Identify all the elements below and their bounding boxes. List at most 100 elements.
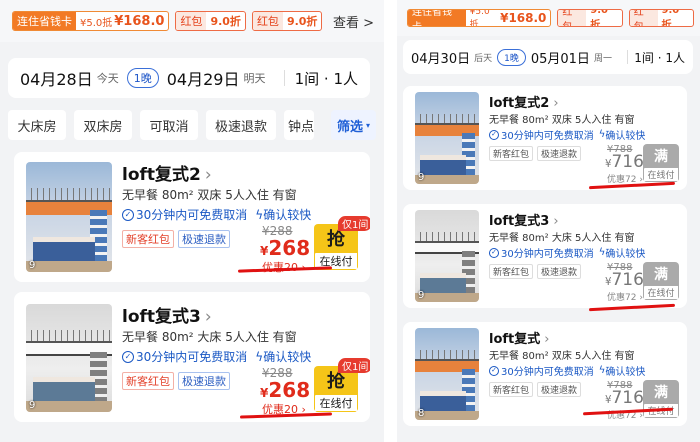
room-name-text: loft复式3 <box>122 307 201 327</box>
confirm-speed: 确认较快 <box>263 208 312 222</box>
room-photo[interactable]: 8 <box>415 328 479 420</box>
filter-button-label: 筛选 <box>336 119 363 135</box>
tag-new-customer: 新客红包 <box>489 382 534 397</box>
chevron-right-icon: › <box>544 332 550 347</box>
red-packet-chip-1[interactable]: 红包 9.0折 <box>557 9 623 27</box>
photo-count: 9 <box>29 400 36 411</box>
room-photo[interactable]: 9 <box>415 92 479 184</box>
check-circle-icon: ✓ <box>122 208 134 221</box>
date-selector[interactable]: 04月30日 后天 1晚 05月01日 周一 1间 · 1人 <box>403 40 693 74</box>
confirm-speed: 确认较快 <box>605 367 646 378</box>
checkout-day: 周一 <box>593 53 612 64</box>
room-name[interactable]: loft复式3 › <box>122 302 212 327</box>
room-specs: 无早餐 80m² 大床 5人入住 有窗 <box>122 330 297 344</box>
room-name-text: loft复式2 <box>489 96 550 111</box>
red-packet-chip-1[interactable]: 红包 9.0折 <box>175 11 246 31</box>
room-specs: 无早餐 80m² 双床 5人入住 有窗 <box>489 115 635 126</box>
room-tags: 新客红包 极速退款 <box>489 264 582 279</box>
divider <box>283 70 285 86</box>
divider <box>384 0 397 442</box>
sale-price: ¥716 <box>605 388 644 408</box>
saving-card-chip[interactable]: 连住省钱卡 ¥5.0抵¥168.0 <box>407 9 552 27</box>
checkout-day: 明天 <box>243 72 266 85</box>
room-card[interactable]: 9 loft复式2 › 无早餐 80m² 双床 5人入住 有窗 ✓ 30分钟内可免费… <box>14 152 370 282</box>
cancel-policy: 30分钟内可免费取消 <box>501 367 594 378</box>
room-card[interactable]: 9 loft复式3 › 无早餐 80m² 大床 5人入住 有窗 ✓ 30分钟内可免费… <box>403 204 687 308</box>
checkin-day: 后天 <box>474 53 493 64</box>
sold-out-button[interactable]: 满 在线付 <box>643 380 679 418</box>
room-photo[interactable]: 9 <box>26 304 112 412</box>
tag-new-customer: 新客红包 <box>489 146 534 161</box>
saving-card-chip[interactable]: 连住省钱卡 ¥5.0抵¥168.0 <box>12 11 170 31</box>
pay-online-label: 在线付 <box>314 394 358 412</box>
room-perks: ✓ 30分钟内可免费取消 ϟ 确认较快 <box>122 206 311 223</box>
room-name[interactable]: loft复式 › <box>489 328 549 347</box>
sale-price-value: 268 <box>268 378 311 402</box>
filter-tag[interactable]: 双床房 <box>74 110 132 140</box>
saving-card-value: ¥168.0 <box>500 11 547 25</box>
check-circle-icon: ✓ <box>122 350 134 363</box>
checkin-date: 04月28日 <box>20 70 93 89</box>
photo-count: 9 <box>29 260 36 271</box>
confirm-speed: 确认较快 <box>605 131 646 142</box>
cancel-policy: 30分钟内可免费取消 <box>501 131 594 142</box>
room-guest-count[interactable]: 1间 · 1人 <box>634 49 685 66</box>
discount-link[interactable]: 优惠72 › <box>607 290 643 303</box>
sale-price-value: 716 <box>611 388 644 408</box>
chevron-right-icon: › <box>204 307 212 327</box>
lightning-icon: ϟ <box>598 129 606 140</box>
filter-button[interactable]: 筛选 ▾ <box>330 110 376 140</box>
view-offers-label: 查看 <box>332 16 359 31</box>
room-specs: 无早餐 80m² 双床 5人入住 有窗 <box>122 188 297 202</box>
room-photo[interactable]: 9 <box>26 162 112 272</box>
sold-out-button[interactable]: 满 在线付 <box>643 262 679 300</box>
room-specs: 无早餐 80m² 大床 5人入住 有窗 <box>489 233 635 244</box>
room-name[interactable]: loft复式3 › <box>489 210 559 229</box>
checkin-date: 04月30日 <box>411 51 471 67</box>
room-specs: 无早餐 80m² 双床 5人入住 有窗 <box>489 351 635 362</box>
left-screenshot: 连住省钱卡 ¥5.0抵 ¥168.0 红包 9.0折 红包 9.0折 查看 > 0… <box>0 0 384 442</box>
room-perks: ✓ 30分钟内可免费取消 ϟ 确认较快 <box>489 127 645 142</box>
filter-tag[interactable]: 钟点 <box>284 110 314 140</box>
photo-count: 8 <box>418 408 425 419</box>
room-card[interactable]: 9 loft复式2 › 无早餐 80m² 双床 5人入住 有窗 ✓ 30分钟内可免费… <box>403 86 687 190</box>
room-photo[interactable]: 9 <box>415 210 479 302</box>
filter-tag[interactable]: 大床房 <box>8 110 66 140</box>
room-name[interactable]: loft复式2 › <box>122 160 212 185</box>
red-packet-chip-2[interactable]: 红包 9.0折 <box>628 9 694 27</box>
view-offers-link[interactable]: 查看 > <box>333 12 374 31</box>
room-tags: 新客红包 极速退款 <box>122 372 230 390</box>
check-circle-icon: ✓ <box>489 129 499 140</box>
check-circle-icon: ✓ <box>489 247 499 258</box>
confirm-speed: 确认较快 <box>605 249 646 260</box>
lightning-icon: ϟ <box>255 207 264 222</box>
room-guest-count[interactable]: 1间 · 1人 <box>295 68 358 89</box>
divider <box>627 50 629 64</box>
room-name-text: loft复式2 <box>122 165 201 185</box>
check-circle-icon: ✓ <box>489 365 499 376</box>
room-card[interactable]: 9 loft复式3 › 无早餐 80m² 大床 5人入住 有窗 ✓ 30分钟内可免费… <box>14 292 370 422</box>
sold-out-button[interactable]: 满 在线付 <box>643 144 679 182</box>
room-perks: ✓ 30分钟内可免费取消 ϟ 确认较快 <box>122 348 311 365</box>
sold-out-label: 满 <box>654 384 668 401</box>
filter-tag[interactable]: 可取消 <box>140 110 198 140</box>
sale-price: ¥268 <box>260 236 311 260</box>
lightning-icon: ϟ <box>255 349 264 364</box>
room-perks: ✓ 30分钟内可免费取消 ϟ 确认较快 <box>489 363 645 378</box>
tag-fast-refund: 极速退款 <box>537 382 582 397</box>
chevron-right-icon: › <box>553 96 559 111</box>
date-selector[interactable]: 04月28日 今天 1晚 04月29日 明天 1间 · 1人 <box>8 58 370 98</box>
checkout-date: 04月29日 <box>166 70 240 89</box>
tag-fast-refund: 极速退款 <box>178 372 230 390</box>
nights-badge: 1晚 <box>126 68 159 88</box>
nights-badge: 1晚 <box>497 48 526 66</box>
room-name-text: loft复式3 <box>489 214 550 229</box>
red-packet-value: 9.0折 <box>590 9 608 27</box>
red-packet-chip-2[interactable]: 红包 9.0折 <box>251 11 323 31</box>
room-name[interactable]: loft复式2 › <box>489 92 559 111</box>
room-perks: ✓ 30分钟内可免费取消 ϟ 确认较快 <box>489 245 645 260</box>
right-screenshot: 连住省钱卡 ¥5.0抵 ¥168.0 红包 9.0折 红包 9.0折 04月30日… <box>397 0 700 442</box>
filter-tag[interactable]: 极速退款 <box>206 110 276 140</box>
confirm-speed: 确认较快 <box>263 350 312 364</box>
checkin-day: 今天 <box>96 72 119 85</box>
